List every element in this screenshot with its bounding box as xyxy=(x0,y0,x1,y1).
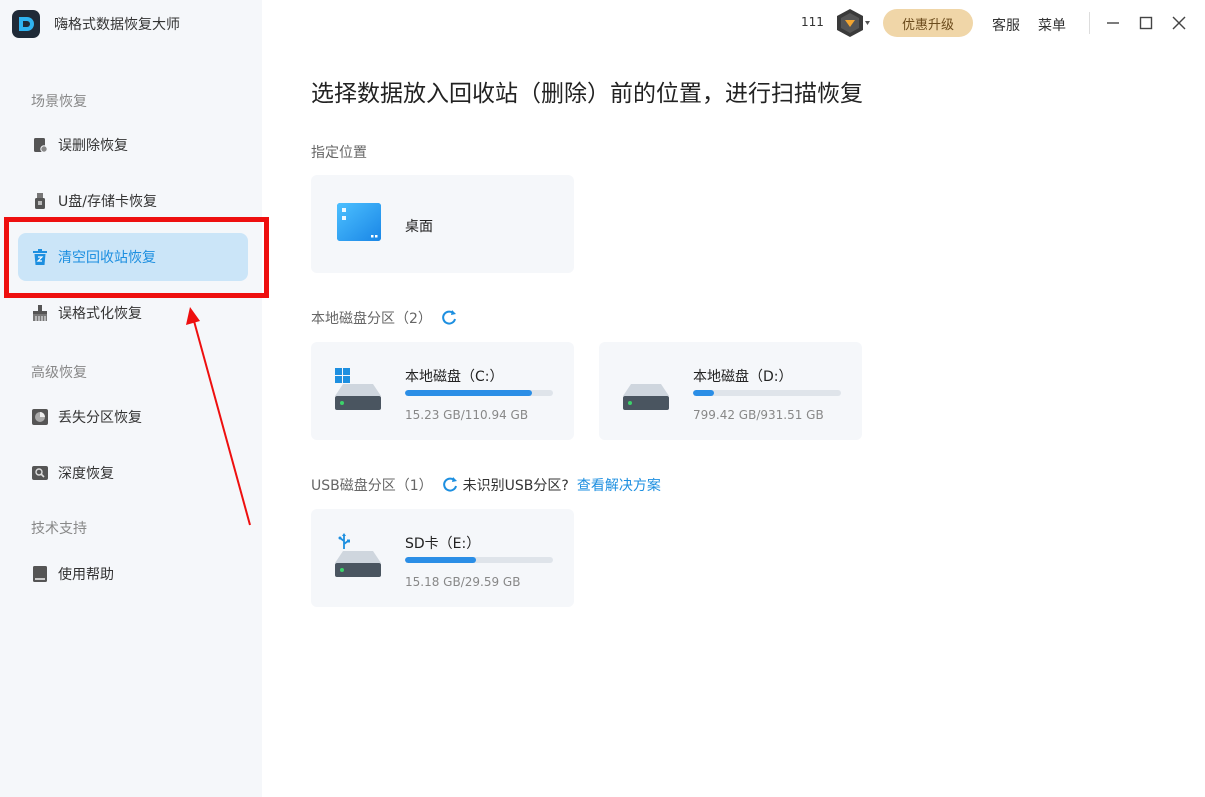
vip-badge-icon[interactable] xyxy=(835,8,871,38)
minimize-icon xyxy=(1107,22,1119,24)
points-count: 111 xyxy=(801,15,824,29)
section-title-advanced: 高级恢复 xyxy=(31,365,87,381)
local-disks-label: 本地磁盘分区（2） xyxy=(311,308,458,328)
sidebar-item-help[interactable]: 使用帮助 xyxy=(18,550,248,598)
usb-disks-label: USB磁盘分区（1） 未识别USB分区? 查看解决方案 xyxy=(311,475,661,495)
sidebar-item-label: 使用帮助 xyxy=(58,567,114,583)
specified-location-label: 指定位置 xyxy=(311,142,367,162)
refresh-icon[interactable] xyxy=(440,309,458,327)
usb-disk-icon xyxy=(333,533,383,583)
usb-drive-icon xyxy=(32,193,48,209)
maximize-icon xyxy=(1139,16,1153,30)
disk-name: 本地磁盘（D:） xyxy=(693,369,793,385)
help-book-icon xyxy=(32,566,48,582)
minimize-button[interactable] xyxy=(1100,10,1126,36)
windows-disk-icon xyxy=(333,366,383,416)
disk-size: 799.42 GB/931.51 GB xyxy=(693,408,824,422)
page-title: 选择数据放入回收站（删除）前的位置，进行扫描恢复 xyxy=(311,81,863,107)
group-label-text: USB磁盘分区（1） xyxy=(311,478,433,494)
view-solution-link[interactable]: 查看解决方案 xyxy=(577,475,661,495)
upgrade-button[interactable]: 优惠升级 xyxy=(883,9,973,37)
maximize-button[interactable] xyxy=(1133,10,1159,36)
divider xyxy=(1089,12,1090,34)
disk-size: 15.23 GB/110.94 GB xyxy=(405,408,529,422)
format-brush-icon xyxy=(32,305,48,321)
group-label-text: 本地磁盘分区（2） xyxy=(311,311,432,327)
disk-name: 本地磁盘（C:） xyxy=(405,369,504,385)
app-title: 嗨格式数据恢复大师 xyxy=(54,17,180,33)
disk-usage-fill xyxy=(405,390,533,396)
deep-scan-icon xyxy=(32,465,48,481)
sidebar-item-label: 误删除恢复 xyxy=(58,138,128,154)
disk-usage-bar xyxy=(405,390,553,396)
annotation-highlight-box xyxy=(4,217,269,298)
sidebar-item-label: 丢失分区恢复 xyxy=(58,410,142,426)
disk-card-c[interactable]: 本地磁盘（C:） 15.23 GB/110.94 GB xyxy=(311,342,574,440)
disk-usage-bar xyxy=(693,390,841,396)
disk-name: SD卡（E:） xyxy=(405,536,481,552)
menu-link[interactable]: 菜单 xyxy=(1038,15,1066,35)
sidebar-item-label: 深度恢复 xyxy=(58,466,114,482)
close-button[interactable] xyxy=(1166,10,1192,36)
disk-size: 15.18 GB/29.59 GB xyxy=(405,575,521,589)
disk-usage-fill xyxy=(693,390,714,396)
close-icon xyxy=(1172,16,1186,30)
disk-card-d[interactable]: 本地磁盘（D:） 799.42 GB/931.51 GB xyxy=(599,342,862,440)
section-title-support: 技术支持 xyxy=(31,521,87,537)
desktop-name: 桌面 xyxy=(405,219,433,235)
desktop-icon xyxy=(333,199,383,249)
desktop-card[interactable]: 桌面 xyxy=(311,175,574,273)
partition-icon xyxy=(32,409,48,425)
disk-card-e[interactable]: SD卡（E:） 15.18 GB/29.59 GB xyxy=(311,509,574,607)
file-delete-icon xyxy=(32,137,48,153)
disk-usage-fill xyxy=(405,557,477,563)
app-logo-icon xyxy=(12,10,40,38)
disk-usage-bar xyxy=(405,557,553,563)
customer-service-link[interactable]: 客服 xyxy=(992,15,1020,35)
section-title-scene: 场景恢复 xyxy=(31,94,87,110)
usb-unrecognized-text: 未识别USB分区? xyxy=(462,478,569,494)
app-brand: 嗨格式数据恢复大师 xyxy=(12,10,180,38)
annotation-arrow xyxy=(186,307,251,526)
sidebar-item-deleted-recovery[interactable]: 误删除恢复 xyxy=(18,121,248,169)
group-label-text: 指定位置 xyxy=(311,145,367,161)
topbar: 111 优惠升级 客服 菜单 xyxy=(262,0,1205,46)
sidebar-item-label: U盘/存储卡恢复 xyxy=(58,194,157,210)
disk-icon xyxy=(621,366,671,416)
sidebar-item-label: 误格式化恢复 xyxy=(58,306,142,322)
refresh-icon[interactable] xyxy=(441,476,459,494)
